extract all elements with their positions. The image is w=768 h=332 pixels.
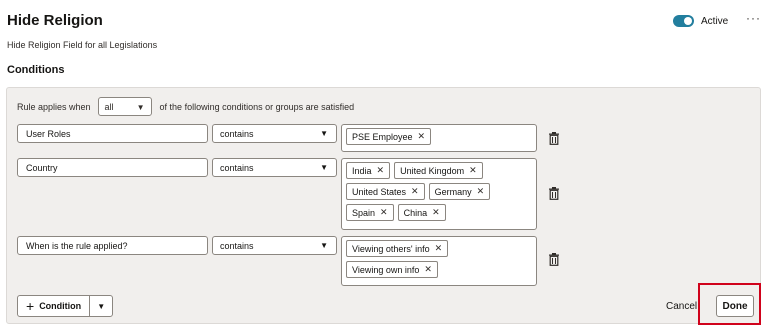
add-condition-label: Condition xyxy=(39,301,82,311)
add-condition-button[interactable]: + Condition xyxy=(18,296,89,316)
chevron-down-icon: ▼ xyxy=(136,103,145,112)
condition-field-select[interactable]: When is the rule applied? xyxy=(17,236,208,255)
chevron-down-icon: ▼ xyxy=(97,301,106,311)
active-toggle-label: Active xyxy=(701,15,729,27)
value-chip-label: PSE Employee xyxy=(352,131,413,142)
chevron-down-icon: ▼ xyxy=(320,129,328,138)
value-chip: Spain ✕ xyxy=(346,204,394,221)
done-highlight-box xyxy=(698,283,761,325)
rule-applies-row: Rule applies when all ▼ of the following… xyxy=(17,97,354,116)
value-chip-label: China xyxy=(403,207,428,218)
delete-condition-icon[interactable] xyxy=(548,187,560,200)
value-chip-label: India xyxy=(352,165,372,176)
value-chip: Viewing others' info ✕ xyxy=(346,240,449,257)
condition-values-input[interactable]: Viewing others' info ✕ Viewing own info ✕ xyxy=(341,236,537,286)
value-chip-label: Germany xyxy=(434,186,472,197)
remove-icon[interactable]: ✕ xyxy=(377,165,385,176)
condition-operator-value: contains xyxy=(220,128,254,139)
condition-field-value: When is the rule applied? xyxy=(26,240,128,251)
plus-icon: + xyxy=(26,298,35,314)
remove-icon[interactable]: ✕ xyxy=(432,207,440,218)
rule-prefix-text: Rule applies when xyxy=(17,101,91,112)
value-chip-label: Viewing others' info xyxy=(352,243,430,254)
condition-field-value: Country xyxy=(26,162,58,173)
condition-field-value: User Roles xyxy=(26,128,71,139)
value-chip: Viewing own info ✕ xyxy=(346,261,438,278)
condition-operator-select[interactable]: contains ▼ xyxy=(212,124,337,143)
add-condition-menu-button[interactable]: ▼ xyxy=(89,296,112,316)
value-chip: Germany ✕ xyxy=(428,183,491,200)
value-chip-label: Spain xyxy=(352,207,376,218)
value-chip: PSE Employee ✕ xyxy=(346,128,432,145)
match-select-value: all xyxy=(104,101,114,112)
chevron-down-icon: ▼ xyxy=(320,241,328,250)
page-title: Hide Religion xyxy=(7,12,103,29)
add-condition-split-button: + Condition ▼ xyxy=(17,295,114,317)
active-toggle-switch[interactable] xyxy=(673,15,694,27)
rule-suffix-text: of the following conditions or groups ar… xyxy=(159,101,355,112)
more-options-icon[interactable]: ··· xyxy=(746,11,761,25)
active-toggle-group[interactable]: Active xyxy=(673,15,728,27)
condition-operator-select[interactable]: contains ▼ xyxy=(212,158,337,177)
remove-icon[interactable]: ✕ xyxy=(380,207,388,218)
remove-icon[interactable]: ✕ xyxy=(435,243,443,254)
condition-field-select[interactable]: Country xyxy=(17,158,208,177)
delete-condition-icon[interactable] xyxy=(548,132,560,145)
condition-field-select[interactable]: User Roles xyxy=(17,124,208,143)
match-select[interactable]: all ▼ xyxy=(97,97,152,116)
condition-operator-value: contains xyxy=(220,240,254,251)
value-chip-label: United States xyxy=(352,186,407,197)
remove-icon[interactable]: ✕ xyxy=(411,186,419,197)
value-chip-label: United Kingdom xyxy=(400,165,465,176)
value-chip: United Kingdom ✕ xyxy=(394,162,483,179)
value-chip: United States ✕ xyxy=(346,183,425,200)
condition-operator-select[interactable]: contains ▼ xyxy=(212,236,337,255)
conditions-heading: Conditions xyxy=(7,64,65,76)
delete-condition-icon[interactable] xyxy=(548,253,560,266)
conditions-panel: Rule applies when all ▼ of the following… xyxy=(6,87,761,324)
remove-icon[interactable]: ✕ xyxy=(469,165,477,176)
remove-icon[interactable]: ✕ xyxy=(424,264,432,275)
condition-values-input[interactable]: PSE Employee ✕ xyxy=(341,124,537,152)
condition-operator-value: contains xyxy=(220,162,254,173)
value-chip-label: Viewing own info xyxy=(352,264,420,275)
chevron-down-icon: ▼ xyxy=(320,163,328,172)
page-subtitle: Hide Religion Field for all Legislations xyxy=(7,40,158,50)
cancel-button[interactable]: Cancel xyxy=(666,301,697,312)
condition-values-input[interactable]: India ✕ United Kingdom ✕ United States ✕ Ge… xyxy=(341,158,537,230)
value-chip: China ✕ xyxy=(397,204,446,221)
value-chip: India ✕ xyxy=(346,162,391,179)
remove-icon[interactable]: ✕ xyxy=(477,186,485,197)
remove-icon[interactable]: ✕ xyxy=(418,131,426,142)
